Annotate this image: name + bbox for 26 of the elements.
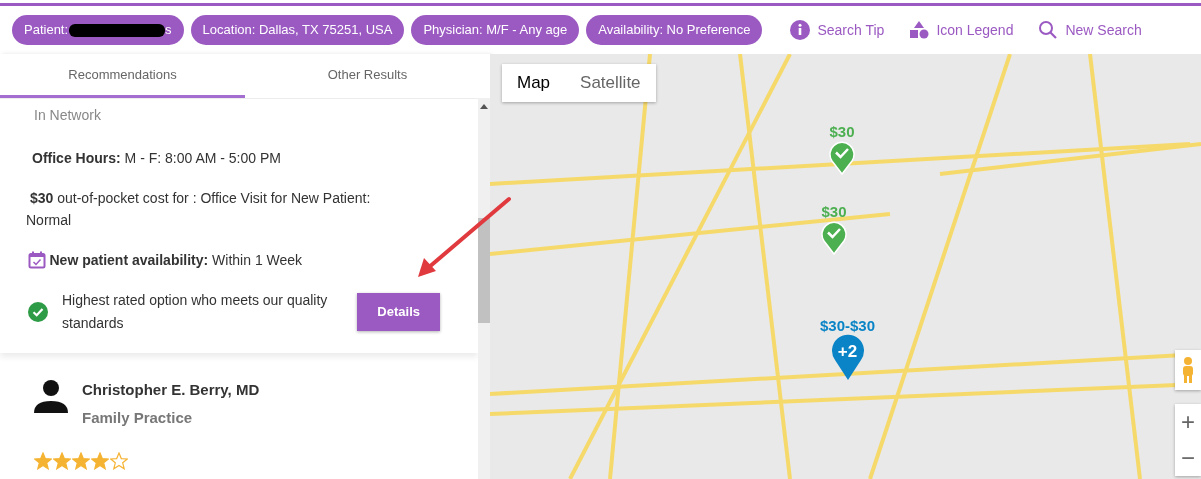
filter-chip[interactable]: Location: Dallas, TX 75251, USA (190, 15, 405, 45)
zoom-in-button[interactable]: + (1175, 404, 1201, 440)
doctor-name: Christopher E. Berry, MD (82, 379, 260, 400)
doctor-specialty: Family Practice (82, 408, 194, 429)
price-label: $30 (829, 124, 855, 139)
zoom-out-button[interactable]: − (1175, 440, 1201, 476)
header-link[interactable]: New Search (1038, 19, 1142, 41)
filter-chip[interactable]: Patient: s (12, 15, 184, 45)
map-type-button[interactable]: Map (502, 64, 566, 102)
quality-note: Highest rated option who meets our quality standards (62, 290, 329, 333)
result-tab[interactable]: Recommendations (0, 54, 245, 98)
cluster-count: +2 (836, 341, 859, 363)
map-marker[interactable]: +2 (829, 333, 866, 381)
result-tab[interactable]: Other Results (245, 54, 490, 98)
cost-text: $30 out-of-pocket cost for : Office Visit for New Patient: Normal (26, 189, 372, 231)
availability-text: New patient availability: Within 1 Week (49, 250, 303, 270)
header-link[interactable]: Search Tip (790, 19, 885, 41)
network-status: In Network (34, 106, 102, 125)
price-label: $30 (821, 204, 847, 219)
map-type-button[interactable]: Satellite (565, 64, 656, 102)
details-button[interactable]: Details (357, 293, 440, 331)
header-link[interactable]: Icon Legend (909, 19, 1014, 41)
filter-chip[interactable]: Availability: No Preference (586, 15, 763, 45)
filter-chip[interactable]: Physician: M/F - Any age (411, 15, 580, 45)
office-hours: Office Hours: M - F: 8:00 AM - 5:00 PM (32, 149, 282, 168)
price-label: $30-$30 (820, 318, 876, 333)
